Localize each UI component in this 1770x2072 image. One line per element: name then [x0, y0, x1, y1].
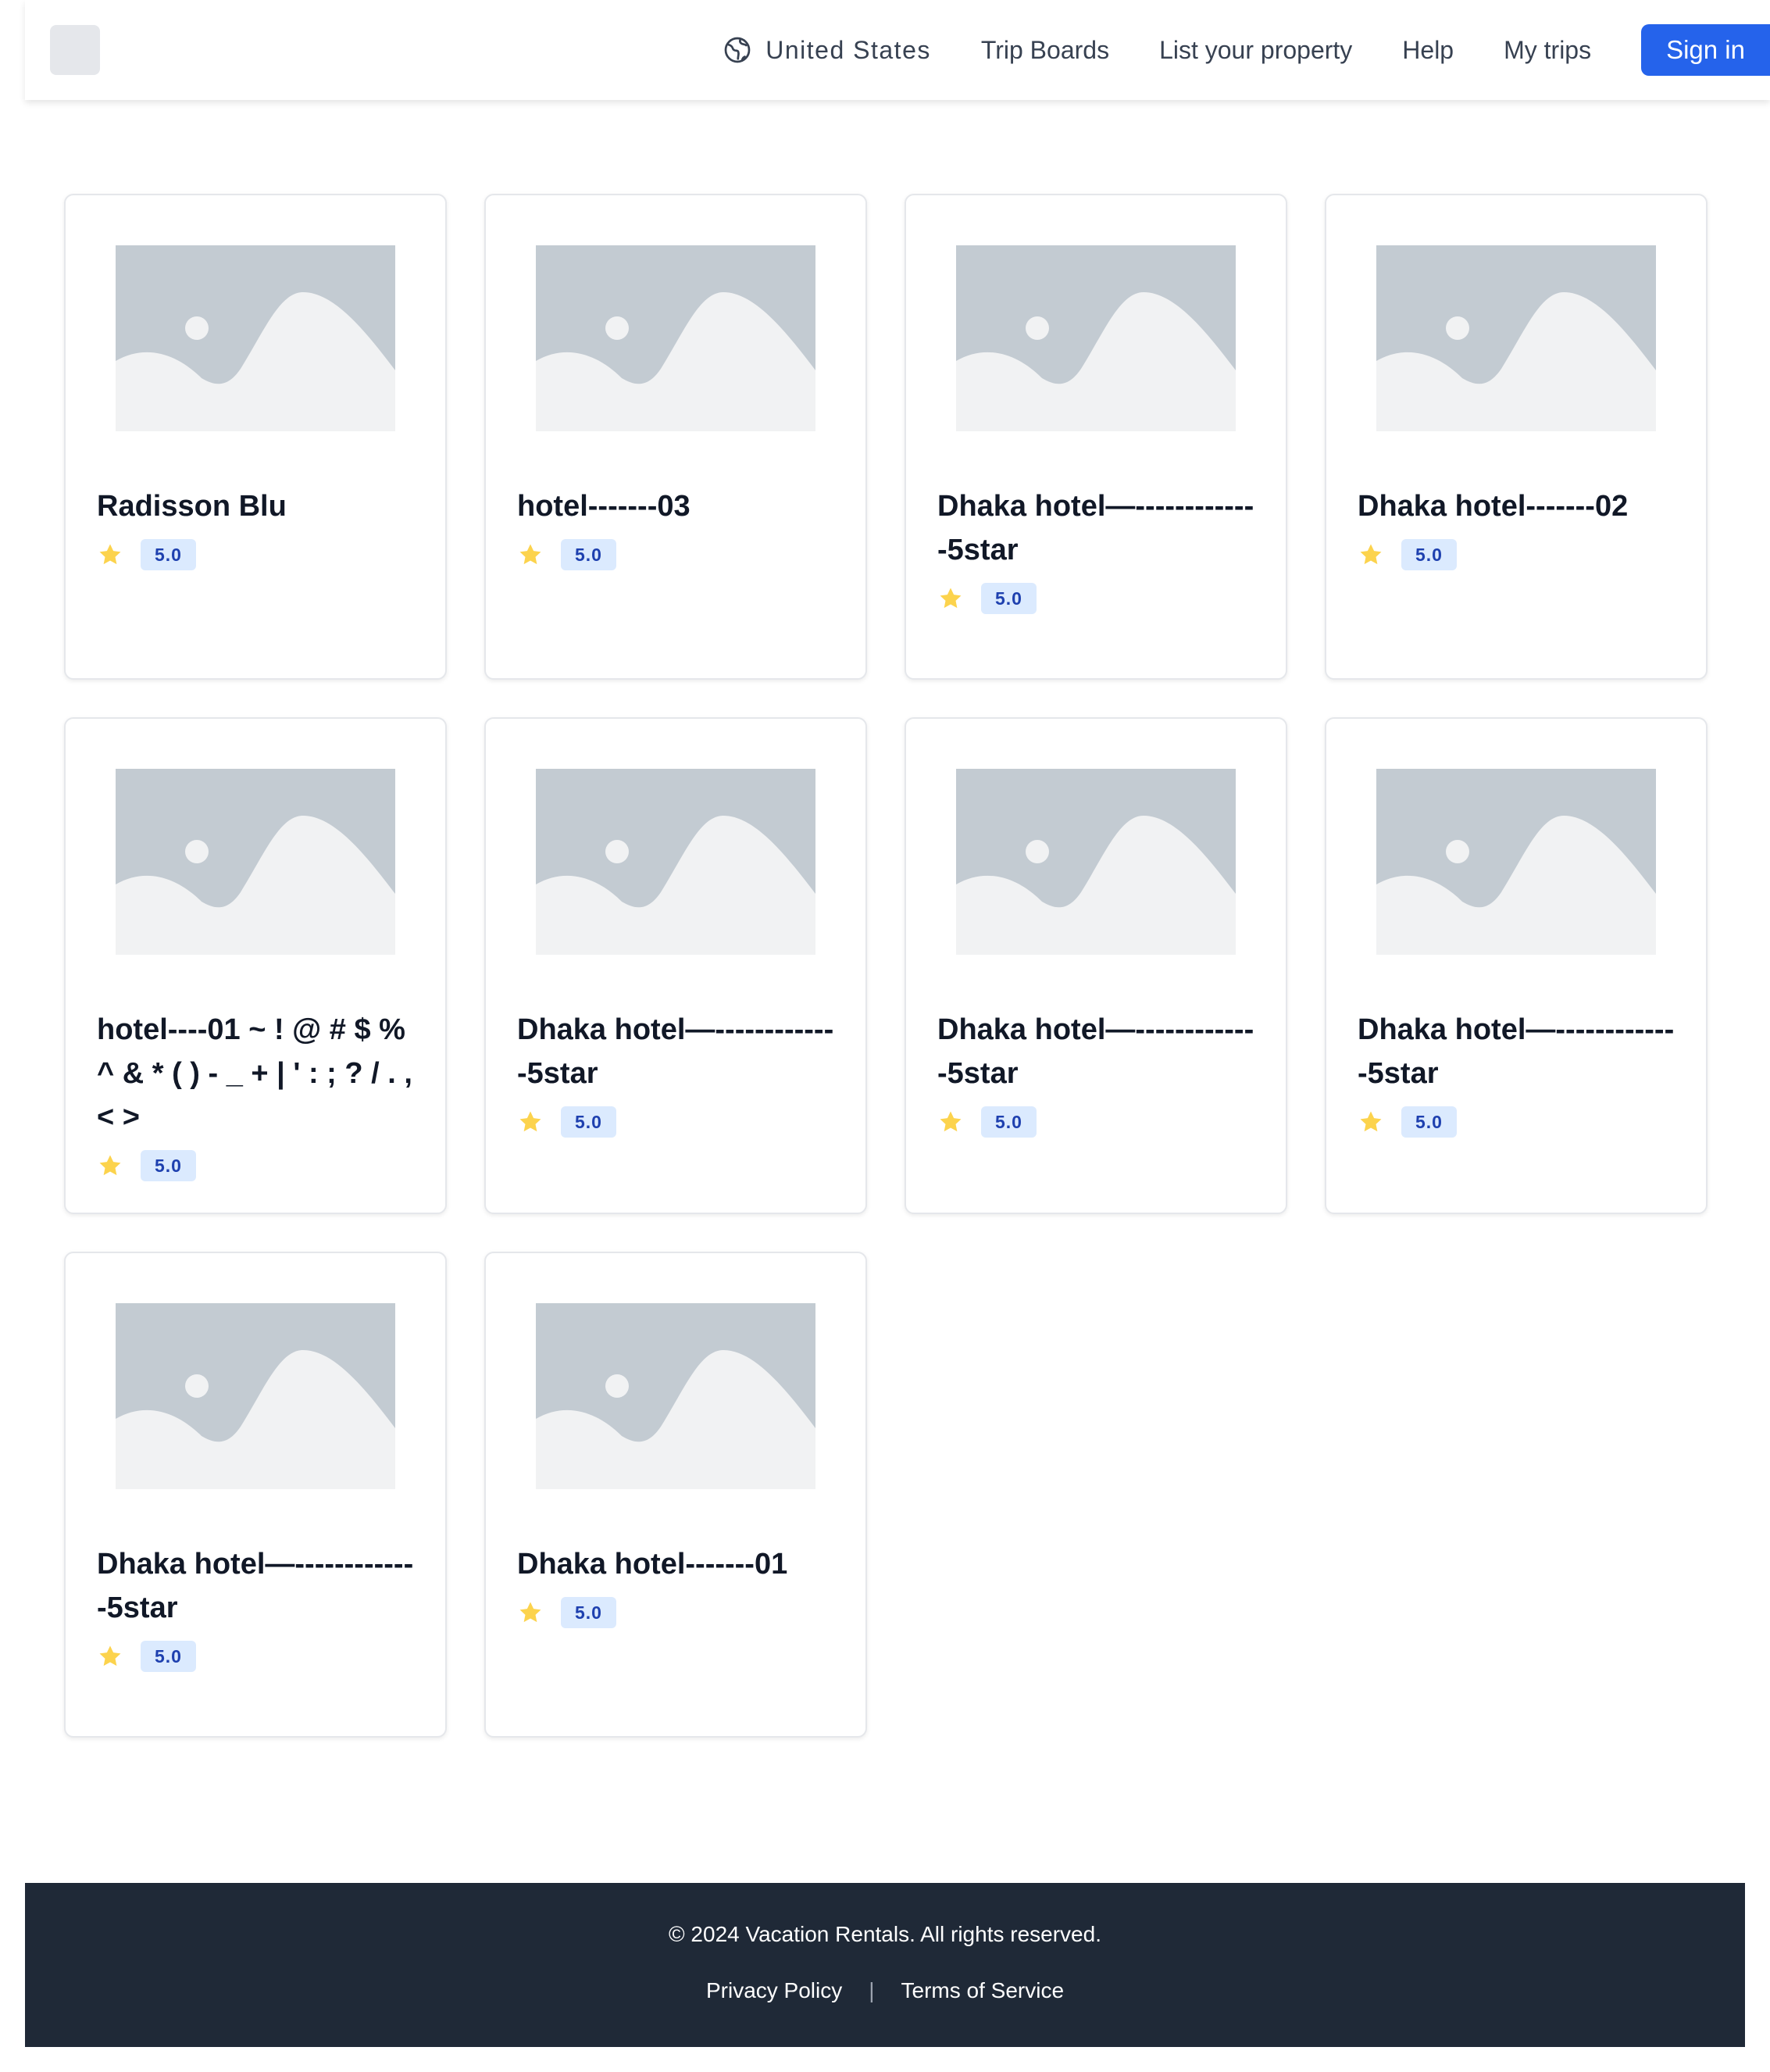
listing-rating: 5.0	[97, 1150, 414, 1181]
listing-title: Radisson Blu	[97, 490, 287, 523]
image-placeholder-icon	[116, 1303, 395, 1489]
listing-rating: 5.0	[937, 583, 1254, 614]
listing-card[interactable]: Radisson Blu 5.0	[64, 194, 447, 680]
listing-title: Dhaka hotel—-------------5star	[97, 1548, 414, 1624]
listing-rating: 5.0	[517, 539, 834, 570]
rating-badge: 5.0	[1401, 539, 1457, 570]
image-placeholder-icon	[116, 245, 395, 431]
listing-rating: 5.0	[937, 1106, 1254, 1138]
listing-rating: 5.0	[517, 1106, 834, 1138]
rating-badge: 5.0	[981, 583, 1037, 614]
rating-badge: 5.0	[561, 1597, 616, 1628]
listing-title: hotel-------03	[517, 490, 691, 523]
globe-icon	[724, 37, 751, 63]
image-placeholder-icon	[536, 769, 815, 955]
star-icon	[99, 1155, 121, 1176]
listing-rating: 5.0	[97, 1641, 414, 1672]
image-placeholder-icon	[1376, 245, 1656, 431]
country-selector[interactable]: United States	[723, 36, 931, 65]
rating-badge: 5.0	[561, 539, 616, 570]
listing-title: Dhaka hotel—-------------5star	[937, 490, 1254, 566]
listing-card[interactable]: Dhaka hotel-------02 5.0	[1325, 194, 1708, 680]
listings-grid: Radisson Blu 5.0 hotel-------03 5.0 Dhak…	[64, 194, 1708, 1738]
rating-badge: 5.0	[141, 539, 196, 570]
image-placeholder-icon	[1376, 769, 1656, 955]
privacy-policy-link[interactable]: Privacy Policy	[706, 1978, 842, 2003]
site-header: United States Trip Boards List your prop…	[25, 0, 1770, 100]
listing-card[interactable]: Dhaka hotel—-------------5star 5.0	[1325, 717, 1708, 1214]
nav-trip-boards[interactable]: Trip Boards	[981, 36, 1109, 65]
star-icon	[99, 1645, 121, 1667]
image-placeholder-icon	[536, 1303, 815, 1489]
listing-rating: 5.0	[1358, 539, 1675, 570]
listing-card[interactable]: Dhaka hotel—-------------5star 5.0	[484, 717, 867, 1214]
nav-help[interactable]: Help	[1402, 36, 1454, 65]
listing-title: Dhaka hotel-------02	[1358, 490, 1629, 523]
country-label: United States	[765, 35, 931, 64]
star-icon	[99, 544, 121, 565]
nav-list-property[interactable]: List your property	[1159, 36, 1352, 65]
listing-title: Dhaka hotel—-------------5star	[1358, 1013, 1675, 1090]
star-icon	[519, 1602, 541, 1623]
rating-badge: 5.0	[561, 1106, 616, 1138]
star-icon	[519, 544, 541, 565]
listing-title: Dhaka hotel—-------------5star	[937, 1013, 1254, 1090]
footer-links: Privacy Policy | Terms of Service	[25, 1978, 1745, 2003]
rating-badge: 5.0	[141, 1150, 196, 1181]
logo[interactable]	[50, 25, 100, 75]
listing-card[interactable]: hotel-------03 5.0	[484, 194, 867, 680]
listing-title: Dhaka hotel—-------------5star	[517, 1013, 834, 1090]
terms-of-service-link[interactable]: Terms of Service	[901, 1978, 1065, 2003]
rating-badge: 5.0	[1401, 1106, 1457, 1138]
image-placeholder-icon	[116, 769, 395, 955]
image-placeholder-icon	[956, 769, 1236, 955]
star-icon	[940, 588, 962, 609]
listing-card[interactable]: Dhaka hotel—-------------5star 5.0	[905, 194, 1287, 680]
top-nav: United States Trip Boards List your prop…	[723, 0, 1770, 100]
footer-separator: |	[869, 1978, 875, 2002]
site-footer: © 2024 Vacation Rentals. All rights rese…	[25, 1883, 1745, 2047]
rating-badge: 5.0	[141, 1641, 196, 1672]
star-icon	[1360, 544, 1382, 565]
rating-badge: 5.0	[981, 1106, 1037, 1138]
listing-card[interactable]: Dhaka hotel-------01 5.0	[484, 1252, 867, 1738]
star-icon	[519, 1111, 541, 1132]
listing-rating: 5.0	[517, 1597, 834, 1628]
listing-rating: 5.0	[97, 539, 414, 570]
listing-rating: 5.0	[1358, 1106, 1675, 1138]
sign-in-button[interactable]: Sign in	[1641, 24, 1770, 76]
listing-title: Dhaka hotel-------01	[517, 1548, 788, 1581]
star-icon	[1360, 1111, 1382, 1132]
listing-title: hotel----01 ~ ! @ # $ % ^ & * ( ) - _ + …	[97, 1013, 412, 1134]
star-icon	[940, 1111, 962, 1132]
image-placeholder-icon	[956, 245, 1236, 431]
nav-my-trips[interactable]: My trips	[1504, 36, 1591, 65]
listing-card[interactable]: Dhaka hotel—-------------5star 5.0	[905, 717, 1287, 1214]
image-placeholder-icon	[536, 245, 815, 431]
copyright-text: © 2024 Vacation Rentals. All rights rese…	[669, 1922, 1101, 1946]
listing-card[interactable]: hotel----01 ~ ! @ # $ % ^ & * ( ) - _ + …	[64, 717, 447, 1214]
listing-card[interactable]: Dhaka hotel—-------------5star 5.0	[64, 1252, 447, 1738]
